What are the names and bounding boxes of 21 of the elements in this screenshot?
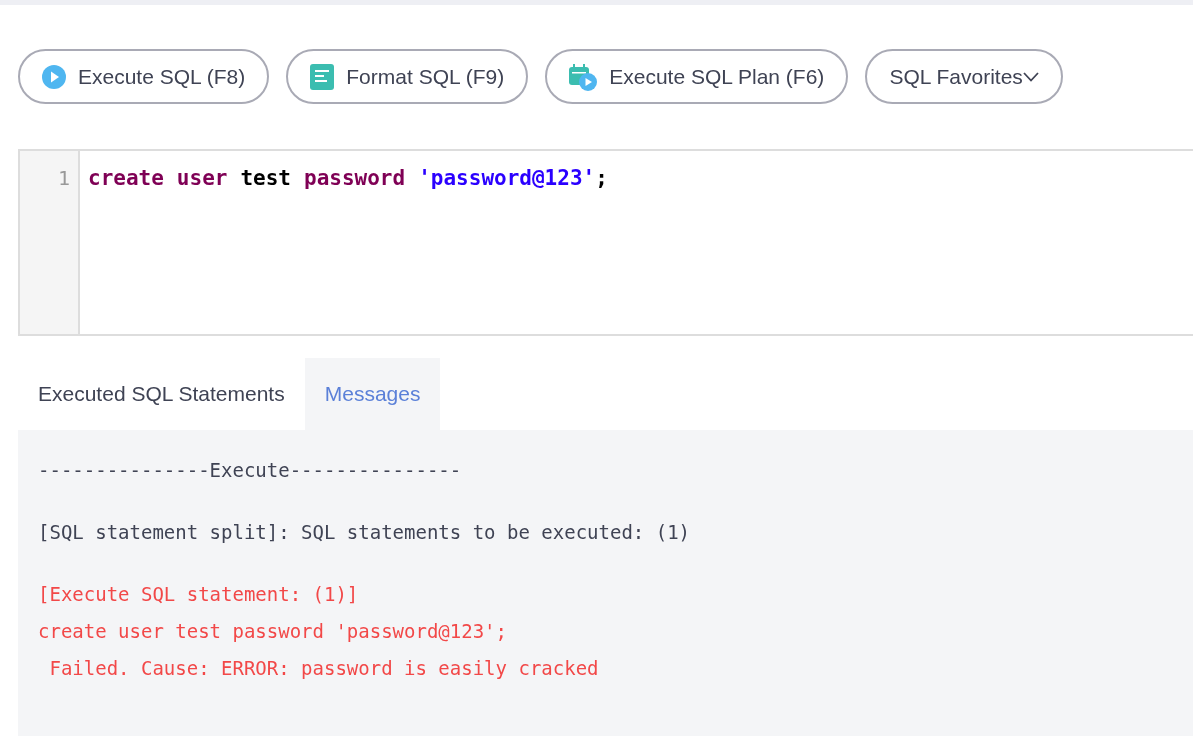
- code-token: 'password@123': [418, 165, 596, 192]
- message-line: ---------------Execute---------------: [38, 458, 462, 483]
- dropdown-button[interactable]: SQL Favorites: [865, 49, 1063, 104]
- code-token: create: [88, 165, 164, 192]
- toolbar-button[interactable]: Format SQL (F9): [286, 49, 529, 104]
- line-number: 1: [56, 165, 70, 192]
- message-line: create user test password 'password@123';: [38, 619, 507, 644]
- message-line: Failed. Cause: ERROR: password is easily cracked: [48, 656, 599, 681]
- message-line: [SQL statement split]: SQL statements to be executed: (1): [38, 520, 691, 545]
- calendar-play-icon: [569, 62, 598, 91]
- code-token: password: [304, 165, 406, 192]
- message-line: [Execute SQL statement: (1)]: [38, 582, 359, 607]
- chevron-down-icon: [1022, 71, 1039, 82]
- play-icon: [42, 64, 66, 89]
- code-token: user: [176, 165, 228, 192]
- toolbar-button[interactable]: Execute SQL (F8): [18, 49, 270, 104]
- document-icon: [310, 63, 335, 90]
- sql-editor[interactable]: 1 create user test password 'password@123';: [18, 149, 1193, 336]
- toolbar-button[interactable]: Execute SQL Plan (F6): [545, 49, 849, 104]
- code-token: test: [240, 165, 291, 192]
- code-token: ;: [595, 165, 608, 192]
